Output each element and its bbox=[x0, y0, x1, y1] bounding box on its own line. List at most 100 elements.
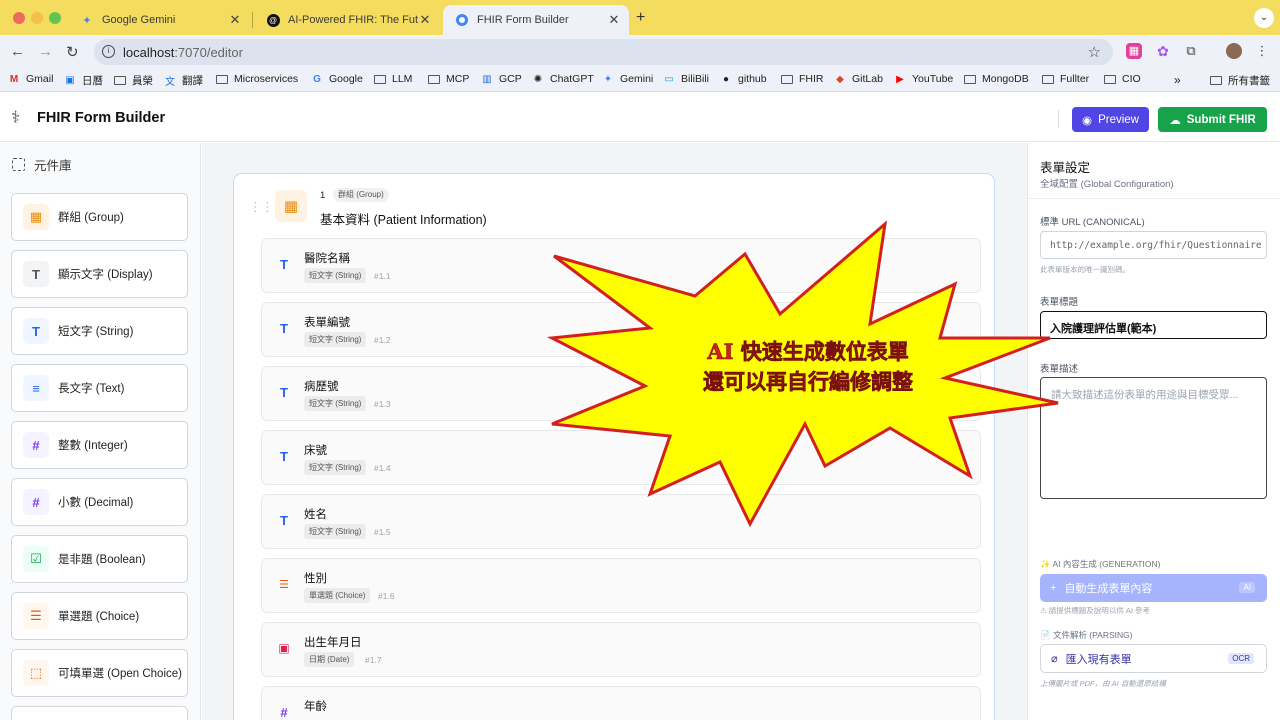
question-item[interactable]: ▣ 出生年月日 日期 (Date) #1.7 bbox=[261, 622, 981, 677]
palette-item-boolean[interactable]: ☑ 是非題 (Boolean) bbox=[11, 535, 188, 583]
close-tab-icon[interactable]: ✕ bbox=[607, 12, 621, 28]
extension-icon[interactable]: ▦ bbox=[1126, 43, 1142, 59]
address-bar[interactable]: i localhost:7070/editor ☆ bbox=[94, 39, 1113, 65]
gemini-icon: ✦ bbox=[82, 14, 92, 27]
form-title-input[interactable]: 入院護理評估單(範本) bbox=[1040, 311, 1267, 339]
question-item[interactable]: # 年齡 bbox=[261, 686, 981, 720]
question-type-badge: 短文字 (String) bbox=[304, 332, 367, 347]
tab-separator bbox=[252, 12, 253, 28]
bookmark-folder[interactable]: CIO bbox=[1104, 73, 1141, 85]
question-type-badge: 短文字 (String) bbox=[304, 460, 367, 475]
auto-generate-button[interactable]: + 自動生成表單內容 AI bbox=[1040, 574, 1267, 602]
back-arrow-icon[interactable]: ← bbox=[10, 43, 25, 60]
tab-search-icon[interactable]: ⌄ bbox=[1254, 8, 1274, 28]
url-text: localhost:7070/editor bbox=[123, 45, 243, 60]
bookmark-folder[interactable]: MCP bbox=[428, 73, 469, 85]
bookmark-bilibili[interactable]: ▭ BiliBili bbox=[663, 73, 709, 85]
brain-extension-icon[interactable]: ✿ bbox=[1155, 43, 1171, 59]
bookmarks-overflow-button[interactable]: » bbox=[1174, 73, 1181, 87]
gitlab-icon: ◆ bbox=[836, 73, 844, 85]
folder-icon bbox=[1210, 75, 1222, 86]
profile-avatar[interactable] bbox=[1226, 43, 1242, 59]
palette-item-integer[interactable]: # 整數 (Integer) bbox=[11, 421, 188, 469]
plus-icon: + bbox=[1050, 582, 1057, 594]
import-form-button[interactable]: ⌀ 匯入現有表單 OCR bbox=[1040, 644, 1267, 673]
bookmark-gitlab[interactable]: ◆ GitLab bbox=[834, 73, 883, 85]
callout-line-2: 還可以再自行編修調整 bbox=[703, 369, 914, 395]
question-link-id: #1.2 bbox=[374, 335, 391, 345]
maximize-window-button[interactable] bbox=[49, 12, 61, 24]
bookmark-folder[interactable]: Microservices bbox=[216, 73, 298, 85]
drag-handle-icon[interactable]: ⋮⋮ bbox=[249, 199, 274, 215]
bookmark-folder[interactable]: MongoDB bbox=[964, 73, 1029, 85]
palette-item-open-choice[interactable]: ⬚ 可填單選 (Open Choice) bbox=[11, 649, 188, 697]
bookmark-folder[interactable]: 員榮 bbox=[114, 73, 153, 88]
bookmark-github[interactable]: ● github bbox=[720, 73, 767, 85]
tab-title: Google Gemini bbox=[102, 14, 176, 26]
bookmark-translate[interactable]: 文翻譯 bbox=[164, 73, 203, 88]
browser-tab-gemini[interactable]: ✦ Google Gemini ✕ bbox=[68, 5, 250, 35]
group-icon: ▦ bbox=[23, 204, 49, 230]
browser-tab-form-builder[interactable]: FHIR Form Builder ✕ bbox=[443, 5, 629, 35]
site-info-icon[interactable]: i bbox=[102, 45, 115, 58]
extensions-puzzle-icon[interactable]: ⧉ bbox=[1183, 43, 1199, 59]
bookmark-folder[interactable]: FHIR bbox=[781, 73, 824, 85]
new-tab-icon[interactable]: + bbox=[636, 9, 645, 27]
question-type-badge: 短文字 (String) bbox=[304, 396, 367, 411]
tab-title: FHIR Form Builder bbox=[477, 14, 569, 26]
eye-icon: ◉ bbox=[1082, 114, 1093, 127]
folder-icon bbox=[374, 74, 386, 85]
question-title: 醫院名稱 bbox=[304, 253, 350, 265]
folder-icon bbox=[216, 74, 228, 85]
palette-item-decimal[interactable]: # 小數 (Decimal) bbox=[11, 478, 188, 526]
palette-item-partial[interactable] bbox=[11, 706, 188, 720]
question-link-id: #1.6 bbox=[378, 591, 395, 601]
close-tab-icon[interactable]: ✕ bbox=[228, 12, 242, 28]
divider bbox=[1027, 198, 1280, 199]
bookmark-folder[interactable]: Fullter bbox=[1042, 73, 1089, 85]
app-title: FHIR Form Builder bbox=[37, 110, 166, 126]
question-title: 出生年月日 bbox=[304, 637, 362, 649]
parsing-label: 📄 文件解析 (PARSING) bbox=[1040, 630, 1133, 640]
submit-fhir-button[interactable]: ☁ Submit FHIR bbox=[1158, 107, 1267, 132]
bookmark-star-icon[interactable]: ☆ bbox=[1088, 43, 1101, 61]
bookmark-gemini[interactable]: ✦ Gemini bbox=[602, 73, 653, 85]
question-link-id: #1.1 bbox=[374, 271, 391, 281]
close-window-button[interactable] bbox=[13, 12, 25, 24]
folder-icon bbox=[781, 74, 793, 85]
question-title: 姓名 bbox=[304, 509, 327, 521]
minimize-window-button[interactable] bbox=[31, 12, 43, 24]
palette-item-display[interactable]: T 顯示文字 (Display) bbox=[11, 250, 188, 298]
question-type-badge: 日期 (Date) bbox=[304, 652, 355, 667]
bookmark-calendar[interactable]: ▣ 日曆 bbox=[64, 73, 103, 88]
ai-generation-label: ✨ AI 內容生成 (GENERATION) bbox=[1040, 559, 1161, 569]
palette-item-text[interactable]: ≡ 長文字 (Text) bbox=[11, 364, 188, 412]
palette-item-choice[interactable]: ☰ 單選題 (Choice) bbox=[11, 592, 188, 640]
paperclip-icon: ⌀ bbox=[1051, 653, 1058, 665]
bookmark-google[interactable]: G Google bbox=[311, 73, 363, 85]
integer-icon: # bbox=[23, 432, 49, 458]
calendar-icon: ▣ bbox=[65, 75, 75, 86]
bookmark-youtube[interactable]: ▶ YouTube bbox=[894, 73, 953, 85]
group-title[interactable]: 基本資料 (Patient Information) bbox=[320, 209, 487, 228]
palette-item-group[interactable]: ▦ 群組 (Group) bbox=[11, 193, 188, 241]
all-bookmarks-button[interactable]: 所有書籤 bbox=[1210, 73, 1270, 88]
tab-title: AI-Powered FHIR: The Future bbox=[288, 14, 418, 26]
question-item[interactable]: ☰ 性別 單選題 (Choice) #1.6 bbox=[261, 558, 981, 613]
bookmark-gcp[interactable]: ▥ GCP bbox=[481, 73, 522, 85]
palette-item-string[interactable]: T 短文字 (String) bbox=[11, 307, 188, 355]
close-tab-icon[interactable]: ✕ bbox=[418, 12, 432, 28]
chatgpt-icon: ✺ bbox=[533, 73, 543, 85]
preview-button[interactable]: ◉ Preview bbox=[1072, 107, 1149, 132]
canonical-url-input[interactable]: http://example.org/fhir/Questionnaire bbox=[1040, 231, 1267, 259]
bookmark-folder[interactable]: LLM bbox=[374, 73, 412, 85]
reload-icon[interactable]: ↻ bbox=[66, 43, 79, 61]
forward-arrow-icon[interactable]: → bbox=[38, 43, 53, 60]
browser-menu-icon[interactable]: ⋮ bbox=[1254, 43, 1270, 59]
question-type-badge: 單選題 (Choice) bbox=[304, 588, 371, 603]
bookmark-chatgpt[interactable]: ✺ ChatGPT bbox=[532, 73, 594, 85]
browser-tab-article[interactable]: @ AI-Powered FHIR: The Future ✕ bbox=[254, 5, 440, 35]
translate-icon: 文 bbox=[165, 77, 175, 88]
form-description-textarea[interactable]: 請大致描述這份表單的用途與目標受眾... bbox=[1040, 377, 1267, 499]
bookmark-gmail[interactable]: M Gmail bbox=[8, 73, 54, 85]
